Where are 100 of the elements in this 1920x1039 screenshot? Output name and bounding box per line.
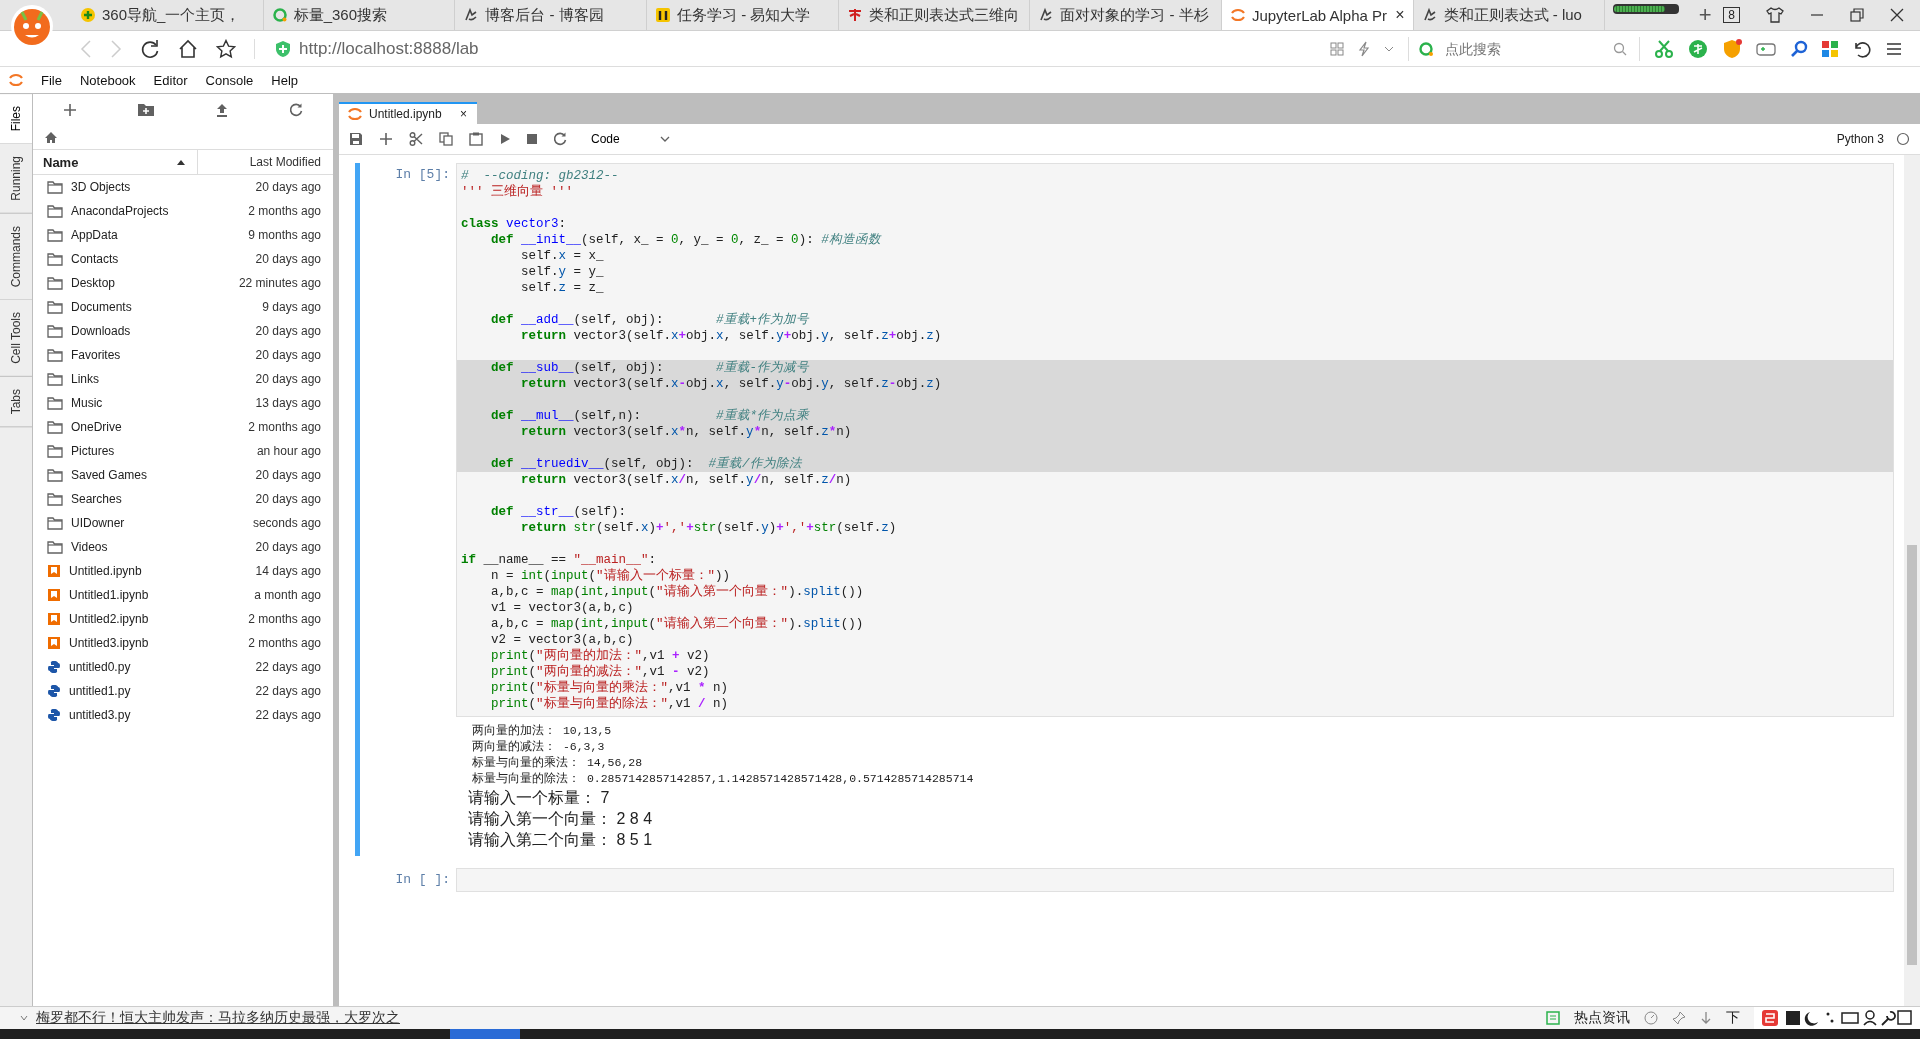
column-header[interactable]: Last Modified (198, 155, 333, 169)
restart-icon[interactable] (553, 132, 567, 146)
folder-icon (47, 396, 63, 410)
side-tab[interactable]: Files (0, 94, 32, 145)
news-link[interactable]: 梅罗都不行！恒大主帅发声：马拉多纳历史最强，大罗次之 (36, 1009, 400, 1027)
home-icon[interactable] (45, 132, 57, 143)
modified-time: 20 days ago (255, 324, 321, 338)
code-line: ''' 三维向量 ''' (460, 184, 574, 200)
paste-icon[interactable] (469, 132, 483, 146)
save-icon[interactable] (349, 132, 363, 146)
file-name[interactable]: Untitled.ipynb (69, 564, 248, 578)
file-name[interactable]: untitled3.py (69, 708, 248, 722)
menu-item[interactable]: Help (262, 72, 308, 88)
menu-icon[interactable] (1886, 41, 1902, 56)
new-tab-button[interactable]: + (1686, 0, 1724, 30)
folder-icon (47, 348, 63, 362)
file-name[interactable]: Desktop (71, 276, 231, 290)
scissors-icon[interactable] (1654, 39, 1674, 58)
file-name[interactable]: 3D Objects (71, 180, 248, 194)
copy-icon[interactable] (439, 132, 453, 146)
tab-count[interactable]: 8 (1723, 7, 1740, 23)
translate-icon[interactable] (1688, 38, 1708, 59)
column-header[interactable]: Name (33, 150, 198, 174)
shield-badge-icon[interactable] (1722, 38, 1742, 59)
file-name[interactable]: Untitled1.ipynb (69, 588, 247, 602)
file-name[interactable]: Favorites (71, 348, 248, 362)
modified-time: 22 minutes ago (238, 276, 321, 290)
shirt-icon[interactable] (1766, 7, 1784, 23)
undo-icon[interactable] (1852, 39, 1872, 58)
gamepad-icon[interactable] (1756, 40, 1776, 57)
caret-icon[interactable] (1384, 45, 1394, 52)
scrollbar[interactable] (1904, 155, 1920, 1006)
file-name[interactable]: Videos (71, 540, 248, 554)
plus-icon[interactable] (379, 132, 393, 146)
menu-item[interactable]: File (32, 72, 71, 88)
download-label[interactable]: 下 (1726, 1009, 1740, 1027)
file-name[interactable]: Links (71, 372, 248, 386)
apps-icon[interactable] (1822, 40, 1838, 57)
cell-prompt: In [5]: (394, 166, 451, 184)
code-line: return str(self.x)+','+str(self.y)+','+str(self.z) (520, 520, 898, 536)
pin-icon[interactable] (1672, 1011, 1686, 1025)
upload-icon[interactable] (215, 103, 229, 117)
file-name[interactable]: Music (71, 396, 248, 410)
hot-news-link[interactable]: 热点资讯 (1574, 1009, 1630, 1027)
figures-icon (654, 7, 671, 23)
file-name[interactable]: Untitled3.ipynb (69, 636, 241, 650)
file-name[interactable]: Contacts (71, 252, 248, 266)
gauge-icon[interactable] (1644, 1011, 1658, 1025)
modified-time: 20 days ago (255, 540, 321, 554)
folder-icon (47, 372, 63, 386)
file-name[interactable]: untitled1.py (69, 684, 248, 698)
home-icon[interactable] (178, 38, 198, 59)
close-icon[interactable] (1890, 8, 1904, 22)
notebook-cell[interactable]: In [ ]: (355, 868, 1894, 892)
reload-icon[interactable] (140, 38, 160, 59)
menu-item[interactable]: Editor (144, 72, 197, 88)
output-line: 标量与向量的除法： 0.2857142857142857,1.1428571428571428,0.5714285714285714 (471, 771, 975, 787)
file-name[interactable]: OneDrive (71, 420, 241, 434)
folder-icon (47, 228, 63, 242)
kernel-name[interactable]: Python 3 (1836, 132, 1884, 146)
notebook-icon (47, 564, 61, 578)
download-icon[interactable] (1700, 1011, 1712, 1025)
menu-item[interactable]: Console (196, 72, 263, 88)
file-name[interactable]: Saved Games (71, 468, 248, 482)
folder-icon (47, 444, 63, 458)
code-line: self.z = z_ (520, 280, 605, 296)
address-field[interactable]: http://localhost:8888/lab (299, 38, 479, 59)
browser-tab[interactable]: JupyterLab Alpha Pr × (1221, 0, 1414, 30)
restore-icon[interactable] (1850, 8, 1864, 22)
file-name[interactable]: Pictures (71, 444, 249, 458)
notebook-cell[interactable] (355, 163, 1894, 856)
file-name[interactable]: UIDowner (71, 516, 245, 530)
menu-item[interactable]: Notebook (70, 72, 145, 88)
search-field[interactable]: 点此搜索 (1443, 39, 1607, 58)
file-name[interactable]: untitled0.py (69, 660, 248, 674)
notebook-tab[interactable]: Untitled.ipynb × (339, 102, 477, 124)
cut-icon[interactable] (409, 132, 423, 146)
star-icon[interactable] (216, 38, 236, 59)
modified-time: 20 days ago (255, 252, 321, 266)
code-line: class vector3: (460, 216, 568, 232)
file-name[interactable]: AnacondaProjects (71, 204, 241, 218)
run-icon[interactable] (499, 133, 511, 145)
file-name[interactable]: Untitled2.ipynb (69, 612, 241, 626)
modified-time: 2 months ago (248, 612, 321, 626)
file-name[interactable]: Downloads (71, 324, 248, 338)
code-line: if __name__ == "__main__": (460, 552, 658, 568)
file-name[interactable]: AppData (71, 228, 241, 242)
new-folder-icon[interactable] (137, 103, 155, 117)
modified-time: 2 months ago (248, 636, 321, 650)
file-name[interactable]: Documents (71, 300, 255, 314)
file-name[interactable]: Searches (71, 492, 248, 506)
jupyter-icon (1229, 7, 1246, 23)
plus-icon[interactable] (63, 103, 77, 117)
folder-icon (47, 468, 63, 482)
cell-type-dropdown[interactable]: Code (583, 132, 678, 146)
modified-time: 20 days ago (255, 372, 321, 386)
grid-icon[interactable] (1330, 41, 1344, 56)
chevron-icon[interactable] (20, 1015, 28, 1021)
lightning-icon[interactable] (1358, 40, 1370, 57)
refresh-icon[interactable] (289, 103, 303, 117)
